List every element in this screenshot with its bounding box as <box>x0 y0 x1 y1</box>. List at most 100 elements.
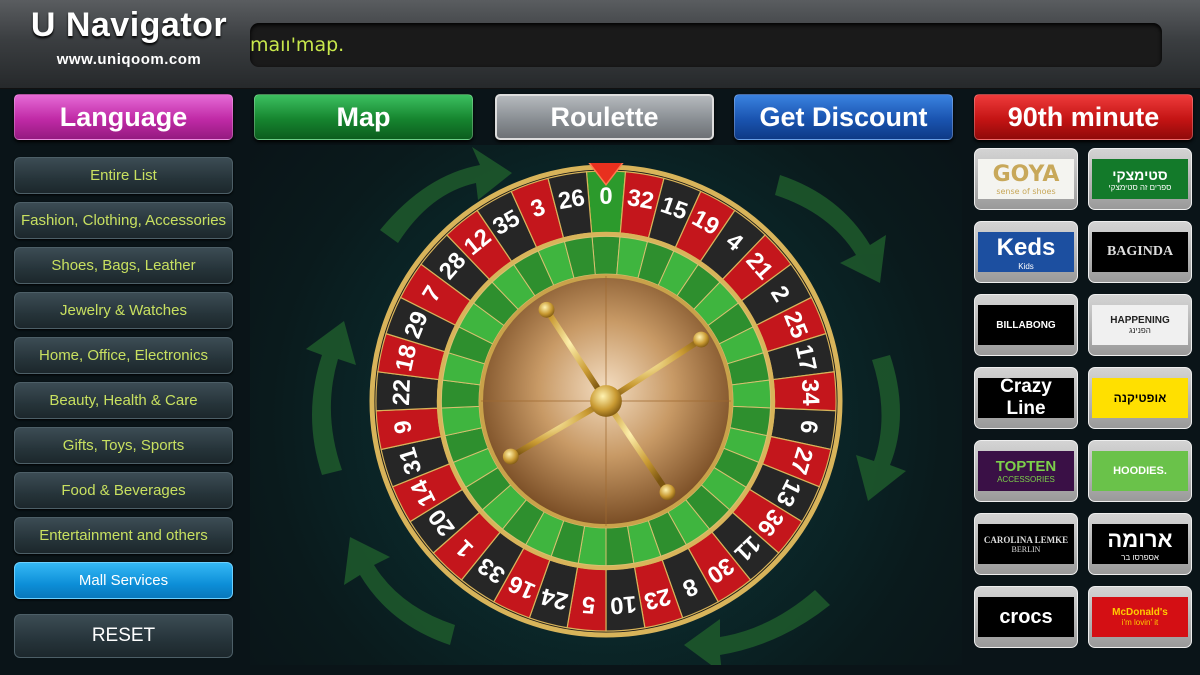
store-logo-text: סטימצקי ספרים זה סטימצקי <box>1109 167 1172 192</box>
90th-minute-button[interactable]: 90th minute <box>974 94 1193 140</box>
store-tile[interactable]: crocs <box>974 586 1078 648</box>
store-name: GOYA <box>992 162 1060 187</box>
category-mall-services[interactable]: Mall Services <box>14 562 233 599</box>
roulette-button[interactable]: Roulette <box>495 94 714 140</box>
store-logo-text: Keds Kids <box>997 234 1056 271</box>
crazy-line-logo: Crazy Line <box>978 376 1074 420</box>
store-logo-text: McDonald's i'm lovin' it <box>1112 607 1168 627</box>
reset-button[interactable]: RESET <box>14 614 233 658</box>
mcdonalds-logo: McDonald's i'm lovin' it <box>1092 597 1188 637</box>
store-logo-text: BAGINDA <box>1107 244 1173 260</box>
store-subtitle: הפנינג <box>1129 326 1151 335</box>
store-logo-text: GOYA sense of shoes <box>993 162 1060 196</box>
roulette-number: 10 <box>609 590 638 619</box>
baginda-logo: BAGINDA <box>1092 232 1188 272</box>
green-ring-slot <box>591 235 621 276</box>
store-name: McDonald's <box>1112 607 1168 618</box>
store-subtitle: אספרסו בר <box>1121 552 1159 562</box>
store-name: HAPPENING <box>1110 315 1170 326</box>
green-ring-slot <box>731 379 772 409</box>
brand-title: U Navigator <box>30 6 228 44</box>
store-name: TOPTEN <box>995 458 1057 475</box>
category-beauty[interactable]: Beauty, Health & Care <box>14 382 233 419</box>
store-tile[interactable]: סטימצקי ספרים זה סטימצקי <box>1088 148 1192 210</box>
store-logo-text: HOODIES. <box>1113 465 1167 477</box>
roulette-wheel[interactable]: 0 32 1519421225173462713361130823105241633… <box>368 163 844 639</box>
roulette-number: 18 <box>390 342 422 374</box>
store-subtitle: sense of shoes <box>996 187 1056 196</box>
store-logo-text: HAPPENING הפנינג <box>1110 315 1169 335</box>
roulette-stage: 0 32 15 19 4 21 2 25 17 34 6 27 13 36 11 30 8 23 10 5 24 16 33… <box>250 145 962 665</box>
store-name: Crazy Line <box>1000 376 1052 419</box>
get-discount-button[interactable]: Get Discount <box>734 94 953 140</box>
steimatzky-logo: סטימצקי ספרים זה סטימצקי <box>1092 159 1188 199</box>
goya-logo: GOYA sense of shoes <box>978 159 1074 199</box>
store-name: crocs <box>999 605 1053 628</box>
store-tile[interactable]: TOPTEN ACCESSORIES <box>974 440 1078 502</box>
store-logo-text: Crazy Line <box>978 376 1074 420</box>
carolina-lemke-logo: CAROLINA LEMKE BERLIN <box>978 524 1074 564</box>
store-tile[interactable]: אופטיקנה <box>1088 367 1192 429</box>
store-name: BILLABONG <box>996 319 1056 331</box>
category-fashion[interactable]: Fashion, Clothing, Accessories <box>14 202 233 239</box>
store-logo-text: אופטיקנה <box>1114 391 1167 405</box>
store-logo-text: CAROLINA LEMKE BERLIN <box>984 535 1068 554</box>
happening-logo: HAPPENING הפנינג <box>1092 305 1188 345</box>
roulette-number: 5 <box>581 591 596 619</box>
roulette-number: 34 <box>796 379 824 407</box>
store-tile[interactable]: GOYA sense of shoes <box>974 148 1078 210</box>
store-subtitle: ספרים זה סטימצקי <box>1108 182 1172 192</box>
store-name: ארומה <box>1107 526 1173 552</box>
category-home-office[interactable]: Home, Office, Electronics <box>14 337 233 374</box>
roulette-number: 32 <box>625 184 656 215</box>
language-button[interactable]: Language <box>14 94 233 140</box>
category-sidebar: Entire List Fashion, Clothing, Accessori… <box>14 157 233 607</box>
news-ticker: maıı'map. <box>250 23 1162 67</box>
category-gifts[interactable]: Gifts, Toys, Sports <box>14 427 233 464</box>
roulette-number: 26 <box>556 184 587 215</box>
category-shoes[interactable]: Shoes, Bags, Leather <box>14 247 233 284</box>
category-food[interactable]: Food & Beverages <box>14 472 233 509</box>
store-tile[interactable]: Keds Kids <box>974 221 1078 283</box>
roulette-number: 17 <box>790 342 822 374</box>
store-tile[interactable]: ארומה אספרסו בר <box>1088 513 1192 575</box>
store-logo-text: TOPTEN ACCESSORIES <box>996 458 1057 484</box>
brand-url[interactable]: www.uniqoom.com <box>18 51 240 68</box>
store-tile[interactable]: HAPPENING הפנינג <box>1088 294 1192 356</box>
store-tile[interactable]: HOODIES. <box>1088 440 1192 502</box>
brand: U Navigator www.uniqoom.com <box>18 6 240 68</box>
store-name: HOODIES. <box>1113 465 1167 477</box>
store-tile[interactable]: BAGINDA <box>1088 221 1192 283</box>
store-name: CAROLINA LEMKE <box>983 534 1069 545</box>
ticker-text: maıı'map. <box>250 34 345 56</box>
store-name: Keds <box>996 233 1056 261</box>
keds-logo: Keds Kids <box>978 232 1074 272</box>
store-tile[interactable]: McDonald's i'm lovin' it <box>1088 586 1192 648</box>
topten-logo: TOPTEN ACCESSORIES <box>978 451 1074 491</box>
store-tile[interactable]: BILLABONG <box>974 294 1078 356</box>
store-subtitle: i'm lovin' it <box>1121 618 1159 627</box>
store-subtitle: ACCESSORIES <box>997 475 1055 484</box>
store-logo-text: crocs <box>999 606 1052 629</box>
store-name: סטימצקי <box>1112 166 1168 183</box>
aroma-logo: ארומה אספרסו בר <box>1092 524 1188 564</box>
store-tile[interactable]: Crazy Line <box>974 367 1078 429</box>
header-bar: U Navigator www.uniqoom.com maıı'map. <box>0 0 1200 89</box>
billabong-logo: BILLABONG <box>978 305 1074 345</box>
crocs-logo: crocs <box>978 597 1074 637</box>
store-subtitle: BERLIN <box>1011 544 1041 554</box>
category-entire-list[interactable]: Entire List <box>14 157 233 194</box>
map-button[interactable]: Map <box>254 94 473 140</box>
roulette-number: 22 <box>388 379 416 407</box>
store-name: אופטיקנה <box>1113 391 1167 405</box>
store-subtitle: Kids <box>1018 261 1034 271</box>
store-logo-text: ארומה אספרסו בר <box>1107 527 1172 562</box>
category-jewelry[interactable]: Jewelry & Watches <box>14 292 233 329</box>
roulette-number: 0 <box>599 183 612 210</box>
store-logo-text: BILLABONG <box>996 320 1055 331</box>
optikana-logo: אופטיקנה <box>1092 378 1188 418</box>
store-tile[interactable]: CAROLINA LEMKE BERLIN <box>974 513 1078 575</box>
hoodies-logo: HOODIES. <box>1092 451 1188 491</box>
store-name: BAGINDA <box>1106 244 1174 259</box>
category-entertainment[interactable]: Entertainment and others <box>14 517 233 554</box>
